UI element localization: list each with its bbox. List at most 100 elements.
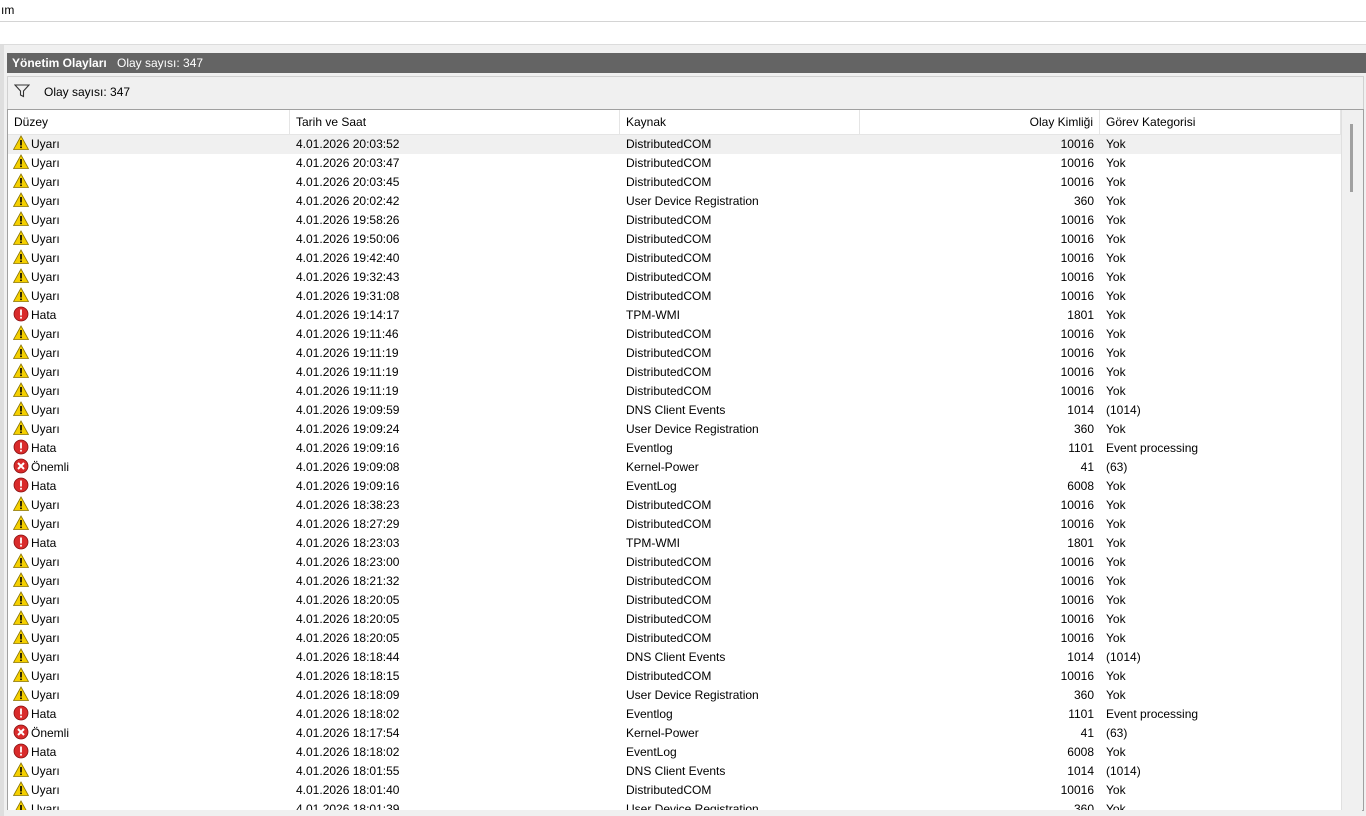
table-header: Düzey Tarih ve Saat Kaynak Olay Kimliği … (8, 110, 1341, 135)
vertical-scrollbar[interactable] (1341, 110, 1363, 810)
cell-level: Uyarı (13, 344, 283, 363)
table-row[interactable]: Uyarı 4.01.2026 18:18:44 DNS Client Events… (8, 648, 1341, 667)
table-row[interactable]: Önemli 4.01.2026 18:17:54 Kernel-Power 41 (6… (8, 724, 1341, 743)
table-row[interactable]: Uyarı 4.01.2026 18:20:05 DistributedCOM 100… (8, 591, 1341, 610)
cell-source: DistributedCOM (626, 365, 712, 379)
cell-level: Uyarı (13, 420, 283, 439)
column-header-date[interactable]: Tarih ve Saat (290, 110, 620, 134)
cell-date: 4.01.2026 18:01:55 (296, 764, 400, 778)
panel-bottom-edge (7, 810, 1362, 814)
table-row[interactable]: Uyarı 4.01.2026 19:09:59 DNS Client Events… (8, 401, 1341, 420)
cell-date: 4.01.2026 18:20:05 (296, 631, 400, 645)
table-row[interactable]: Uyarı 4.01.2026 19:32:43 DistributedCOM 100… (8, 268, 1341, 287)
table-row[interactable]: Uyarı 4.01.2026 20:03:47 DistributedCOM 100… (8, 154, 1341, 173)
table-row[interactable]: Uyarı 4.01.2026 18:18:15 DistributedCOM 100… (8, 667, 1341, 686)
warning-icon (13, 287, 30, 303)
table-row[interactable]: Uyarı 4.01.2026 19:11:19 DistributedCOM 100… (8, 344, 1341, 363)
cell-source: User Device Registration (626, 194, 759, 208)
table-row[interactable]: Uyarı 4.01.2026 20:03:52 DistributedCOM 100… (8, 135, 1341, 154)
table-row[interactable]: Hata 4.01.2026 19:09:16 Eventlog 1101 Event … (8, 439, 1341, 458)
table-row[interactable]: Uyarı 4.01.2026 18:21:32 DistributedCOM 100… (8, 572, 1341, 591)
cell-category: Yok (1106, 327, 1126, 341)
level-label: Uyarı (31, 669, 60, 683)
cell-event-id: 1014 (1067, 403, 1094, 417)
cell-level: Hata (13, 477, 283, 496)
cell-level: Uyarı (13, 781, 283, 800)
table-row[interactable]: Uyarı 4.01.2026 19:58:26 DistributedCOM 100… (8, 211, 1341, 230)
table-row[interactable]: Uyarı 4.01.2026 18:38:23 DistributedCOM 100… (8, 496, 1341, 515)
table-row[interactable]: Uyarı 4.01.2026 19:50:06 DistributedCOM 100… (8, 230, 1341, 249)
error-icon (13, 705, 29, 721)
cell-source: Eventlog (626, 707, 673, 721)
table-row[interactable]: Hata 4.01.2026 19:09:16 EventLog 6008 Yok (8, 477, 1341, 496)
table-row[interactable]: Önemli 4.01.2026 19:09:08 Kernel-Power 41 (6… (8, 458, 1341, 477)
warning-icon (13, 515, 30, 531)
warning-icon (13, 211, 30, 227)
events-table: Düzey Tarih ve Saat Kaynak Olay Kimliği … (7, 109, 1364, 811)
table-row[interactable]: Uyarı 4.01.2026 18:01:40 DistributedCOM 100… (8, 781, 1341, 800)
column-header-source[interactable]: Kaynak (620, 110, 860, 134)
cell-event-id: 10016 (1060, 498, 1094, 512)
table-row[interactable]: Uyarı 4.01.2026 18:01:55 DNS Client Events… (8, 762, 1341, 781)
error-icon (13, 439, 29, 455)
table-row[interactable]: Uyarı 4.01.2026 18:27:29 DistributedCOM 100… (8, 515, 1341, 534)
cell-source: DistributedCOM (626, 251, 712, 265)
table-row[interactable]: Uyarı 4.01.2026 20:03:45 DistributedCOM 100… (8, 173, 1341, 192)
warning-icon (13, 401, 30, 417)
level-label: Hata (31, 308, 57, 322)
table-row[interactable]: Uyarı 4.01.2026 19:09:24 User Device Regis… (8, 420, 1341, 439)
cell-date: 4.01.2026 19:14:17 (296, 308, 400, 322)
table-row[interactable]: Hata 4.01.2026 19:14:17 TPM-WMI 1801 Yok (8, 306, 1341, 325)
error-icon (13, 477, 29, 493)
cell-level: Uyarı (13, 401, 283, 420)
table-row[interactable]: Uyarı 4.01.2026 19:42:40 DistributedCOM 100… (8, 249, 1341, 268)
menu-item[interactable]: ım (1, 3, 14, 17)
table-row[interactable]: Uyarı 4.01.2026 19:31:08 DistributedCOM 100… (8, 287, 1341, 306)
cell-source: User Device Registration (626, 688, 759, 702)
level-label: Uyarı (31, 346, 60, 360)
cell-date: 4.01.2026 18:20:05 (296, 593, 400, 607)
cell-event-id: 10016 (1060, 365, 1094, 379)
filter-icon[interactable] (13, 84, 31, 98)
table-row[interactable]: Hata 4.01.2026 18:23:03 TPM-WMI 1801 Yok (8, 534, 1341, 553)
cell-date: 4.01.2026 18:01:40 (296, 783, 400, 797)
level-label: Hata (31, 745, 57, 759)
table-row[interactable]: Uyarı 4.01.2026 20:02:42 User Device Regis… (8, 192, 1341, 211)
column-header-event-id[interactable]: Olay Kimliği (860, 110, 1100, 134)
cell-level: Uyarı (13, 629, 283, 648)
cell-event-id: 41 (1080, 460, 1094, 474)
table-row[interactable]: Hata 4.01.2026 18:18:02 EventLog 6008 Yok (8, 743, 1341, 762)
table-row[interactable]: Uyarı 4.01.2026 18:20:05 DistributedCOM 100… (8, 610, 1341, 629)
level-label: Uyarı (31, 194, 60, 208)
cell-level: Uyarı (13, 648, 283, 667)
table-row[interactable]: Uyarı 4.01.2026 19:11:19 DistributedCOM 100… (8, 363, 1341, 382)
cell-category: Yok (1106, 384, 1126, 398)
cell-event-id: 1014 (1067, 764, 1094, 778)
warning-icon (13, 496, 30, 512)
table-row[interactable]: Uyarı 4.01.2026 19:11:19 DistributedCOM 100… (8, 382, 1341, 401)
table-row[interactable]: Uyarı 4.01.2026 18:20:05 DistributedCOM 100… (8, 629, 1341, 648)
level-label: Uyarı (31, 650, 60, 664)
cell-date: 4.01.2026 19:09:16 (296, 479, 400, 493)
column-header-level[interactable]: Düzey (8, 110, 290, 134)
cell-date: 4.01.2026 18:17:54 (296, 726, 400, 740)
cell-category: (63) (1106, 460, 1128, 474)
table-row[interactable]: Uyarı 4.01.2026 18:18:09 User Device Regis… (8, 686, 1341, 705)
cell-date: 4.01.2026 20:02:42 (296, 194, 400, 208)
warning-icon (13, 363, 30, 379)
splitter[interactable] (0, 45, 4, 816)
scrollbar-thumb[interactable] (1350, 124, 1353, 192)
table-row[interactable]: Uyarı 4.01.2026 18:23:00 DistributedCOM 100… (8, 553, 1341, 572)
table-row[interactable]: Uyarı 4.01.2026 19:11:46 DistributedCOM 100… (8, 325, 1341, 344)
cell-date: 4.01.2026 19:32:43 (296, 270, 400, 284)
level-label: Uyarı (31, 593, 60, 607)
column-header-category[interactable]: Görev Kategorisi (1100, 110, 1341, 134)
cell-event-id: 360 (1073, 422, 1094, 436)
table-row[interactable]: Hata 4.01.2026 18:18:02 Eventlog 1101 Event … (8, 705, 1341, 724)
cell-category: Yok (1106, 270, 1126, 284)
cell-source: Kernel-Power (626, 460, 699, 474)
critical-icon (13, 724, 29, 740)
cell-event-id: 10016 (1060, 593, 1094, 607)
cell-event-id: 10016 (1060, 384, 1094, 398)
cell-level: Uyarı (13, 667, 283, 686)
